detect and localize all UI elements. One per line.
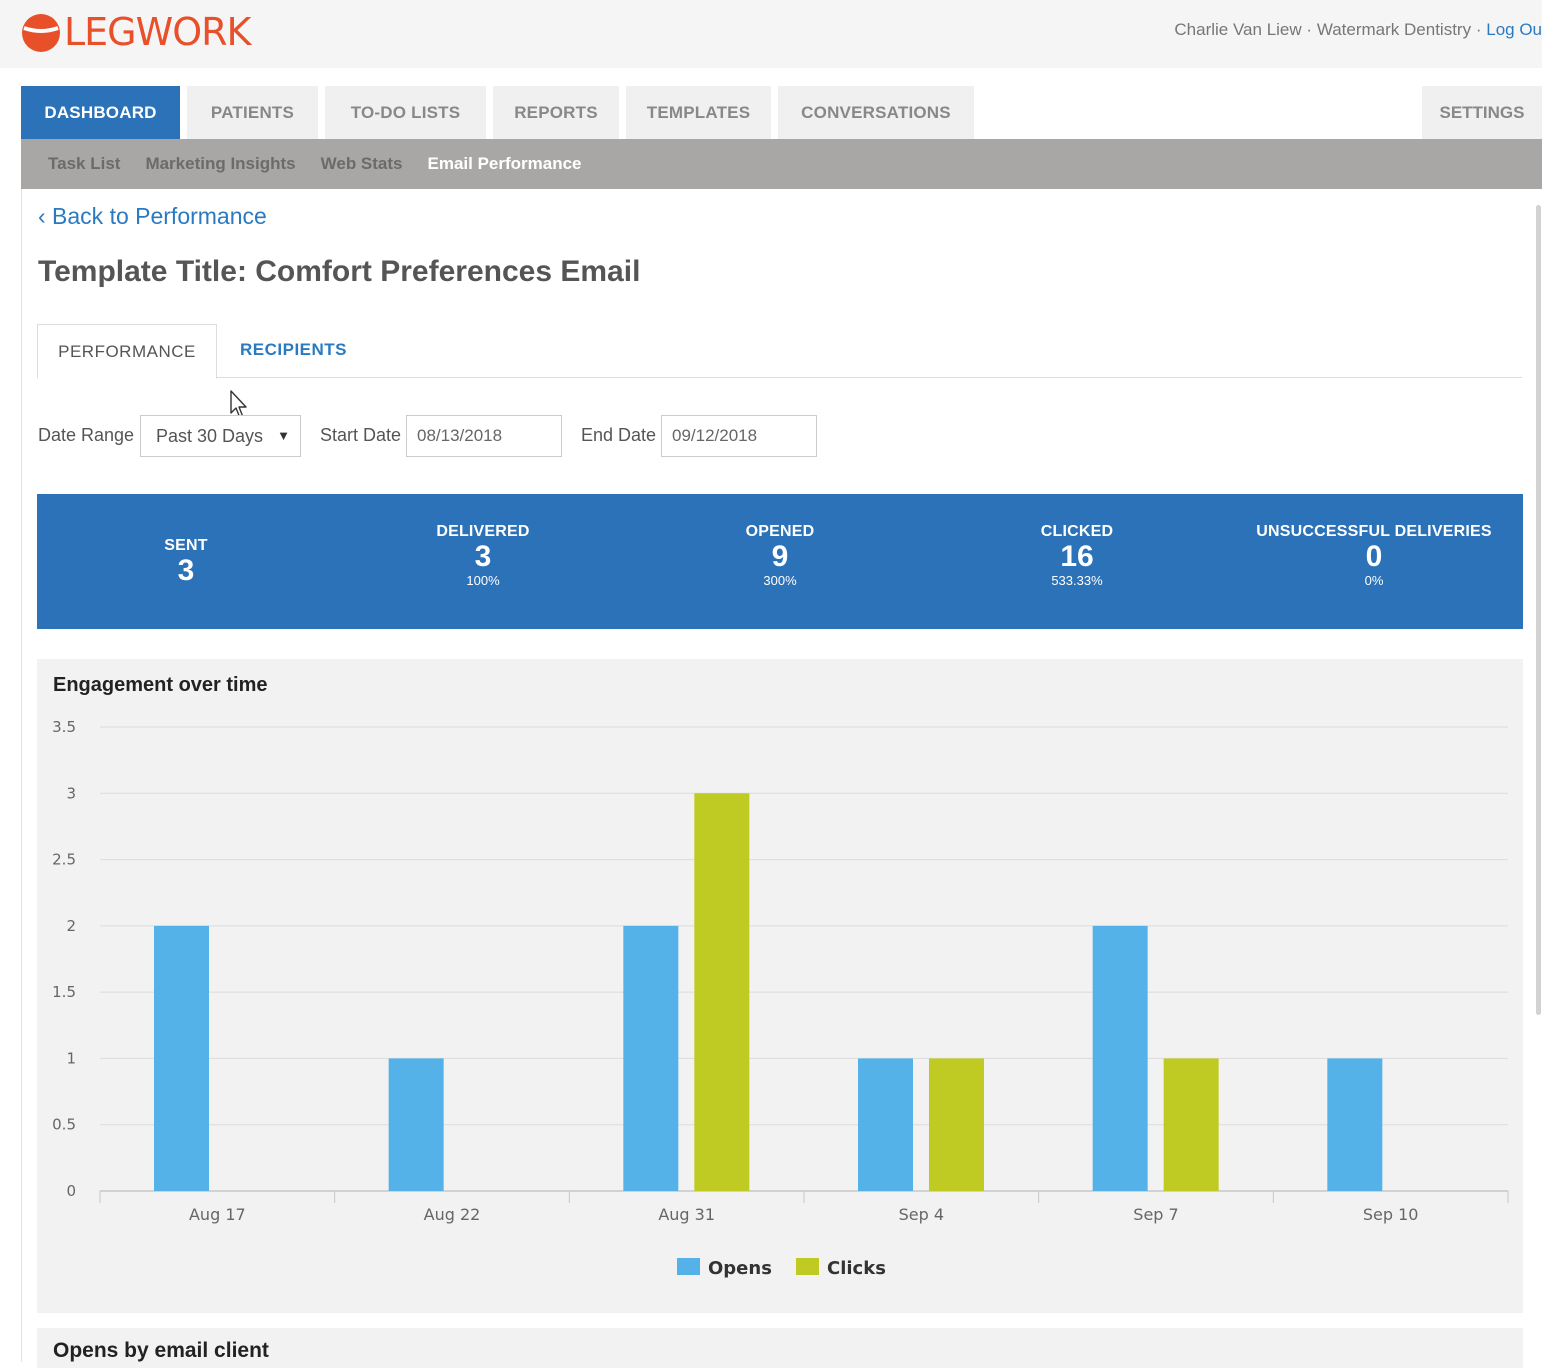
stat-delivered: DELIVERED 3 100% [353,523,613,588]
tab-performance[interactable]: PERFORMANCE [37,324,217,379]
stat-delivered-pct: 100% [466,573,500,588]
date-range-select[interactable]: Past 30 Days ▼ [140,415,301,457]
stat-delivered-value: 3 [474,540,492,573]
chart-title: Engagement over time [53,674,268,696]
tab-templates[interactable]: TEMPLATES [626,86,771,139]
stat-delivered-label: DELIVERED [436,523,530,540]
stat-unsuccessful-value: 0 [1365,540,1383,573]
top-header: LEGWORK Charlie Van Liew · Watermark Den… [0,0,1542,68]
tab-settings[interactable]: SETTINGS [1422,86,1542,139]
main-nav: DASHBOARD PATIENTS TO-DO LISTS REPORTS T… [21,86,974,139]
stat-sent: SENT 3 [56,537,316,587]
end-date-input[interactable] [661,415,817,457]
stat-unsuccessful-pct: 0% [1364,573,1384,588]
scrollbar[interactable] [1536,205,1541,1015]
tab-conversations[interactable]: CONVERSATIONS [778,86,974,139]
stats-bar: SENT 3 DELIVERED 3 100% OPENED 9 300% CL… [37,494,1523,629]
stat-sent-label: SENT [164,537,208,554]
stat-clicked-pct: 533.33% [1051,573,1103,588]
sub-nav: Task List Marketing Insights Web Stats E… [21,139,1542,189]
stat-clicked-label: CLICKED [1040,523,1114,540]
stat-opened-pct: 300% [763,573,797,588]
logo-mark-icon [22,14,60,52]
stat-clicked: CLICKED 16 533.33% [947,523,1207,588]
page-title: Template Title: Comfort Preferences Emai… [38,255,641,288]
dropdown-arrow-icon: ▼ [277,428,290,443]
subnav-marketing-insights[interactable]: Marketing Insights [145,154,295,174]
legwork-logo[interactable]: LEGWORK [20,10,251,54]
stat-clicked-value: 16 [1060,540,1094,573]
tabs-divider [37,377,1522,378]
stat-unsuccessful-label: UNSUCCESSFUL DELIVERIES [1256,523,1492,540]
date-range-value: Past 30 Days [156,425,264,446]
separator: · [1306,20,1313,39]
logout-link[interactable]: Log Ou [1486,20,1542,39]
stat-sent-value: 3 [177,554,195,587]
user-name: Charlie Van Liew [1174,20,1302,39]
email-client-title: Opens by email client [53,1339,269,1362]
tab-todo-lists[interactable]: TO-DO LISTS [325,86,486,139]
subnav-web-stats[interactable]: Web Stats [321,154,403,174]
practice-name: Watermark Dentistry [1316,20,1472,39]
end-date-label: End Date [581,425,657,445]
date-range-label: Date Range [38,425,135,445]
logo-text: LEGWORK [64,10,251,54]
subnav-email-performance[interactable]: Email Performance [428,154,582,174]
stat-unsuccessful: UNSUCCESSFUL DELIVERIES 0 0% [1234,523,1514,588]
content-border [21,189,22,1362]
start-date-label: Start Date [320,425,402,445]
back-to-performance-link[interactable]: ‹ Back to Performance [38,203,267,230]
stat-opened-label: OPENED [745,523,815,540]
tab-patients[interactable]: PATIENTS [187,86,318,139]
separator: · [1475,20,1482,39]
stat-opened: OPENED 9 300% [650,523,910,588]
start-date-input[interactable] [406,415,562,457]
engagement-panel [37,659,1523,1313]
user-info: Charlie Van Liew · Watermark Dentistry ·… [1174,20,1542,40]
tab-reports[interactable]: REPORTS [493,86,619,139]
tab-dashboard[interactable]: DASHBOARD [21,86,180,139]
tab-recipients[interactable]: RECIPIENTS [240,340,347,360]
stat-opened-value: 9 [771,540,789,573]
subnav-task-list[interactable]: Task List [48,154,120,174]
